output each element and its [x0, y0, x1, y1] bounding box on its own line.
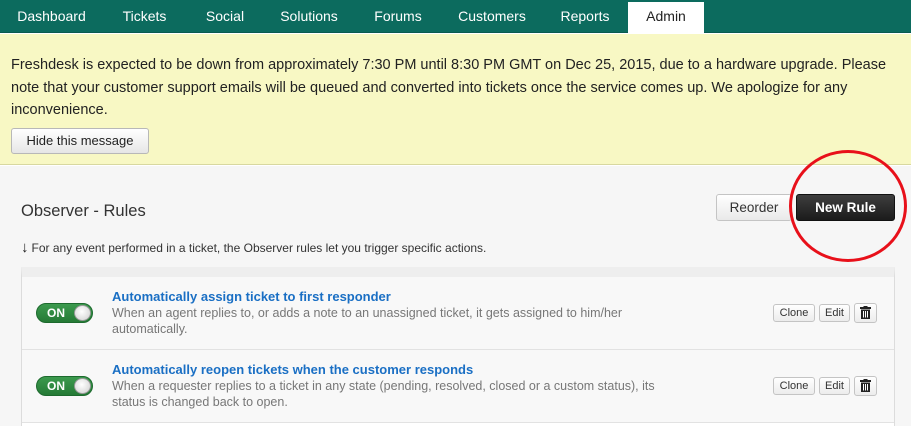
rule-toggle[interactable]: ON: [36, 376, 93, 396]
maintenance-banner: Freshdesk is expected to be down from ap…: [0, 34, 911, 165]
clone-button[interactable]: Clone: [773, 377, 815, 395]
trash-icon: [860, 379, 871, 392]
rule-item: ON Automatically reopen tickets when the…: [22, 350, 894, 423]
rule-description: When an agent replies to, or adds a note…: [112, 306, 623, 336]
tab-tickets[interactable]: Tickets: [103, 0, 186, 33]
edit-button[interactable]: Edit: [819, 377, 850, 395]
toggle-knob-icon: [74, 305, 91, 321]
delete-button[interactable]: [854, 376, 877, 396]
toggle-label: ON: [47, 306, 65, 320]
reorder-button[interactable]: Reorder: [716, 194, 792, 221]
rules-list: ON Automatically assign ticket to first …: [21, 267, 895, 426]
tab-customers[interactable]: Customers: [442, 0, 542, 33]
banner-message: Freshdesk is expected to be down from ap…: [11, 57, 887, 118]
tab-solutions[interactable]: Solutions: [264, 0, 354, 33]
rule-toggle[interactable]: ON: [36, 303, 93, 323]
info-text: For any event performed in a ticket, the…: [31, 240, 487, 255]
tab-reports[interactable]: Reports: [542, 0, 628, 33]
page-title: Observer - Rules: [21, 202, 146, 220]
rule-description: When a requester replies to a ticket in …: [112, 379, 655, 409]
arrow-down-icon: ↓: [21, 239, 29, 256]
clone-button[interactable]: Clone: [773, 304, 815, 322]
delete-button[interactable]: [854, 303, 877, 323]
tab-forums[interactable]: Forums: [354, 0, 442, 33]
tab-admin[interactable]: Admin: [628, 2, 704, 33]
trash-icon: [860, 306, 871, 319]
hide-message-button[interactable]: Hide this message: [11, 128, 149, 154]
top-nav: Dashboard Tickets Social Solutions Forum…: [0, 0, 911, 33]
new-rule-button[interactable]: New Rule: [796, 194, 895, 221]
toggle-label: ON: [47, 379, 65, 393]
tab-social[interactable]: Social: [186, 0, 264, 33]
main-content: Observer - Rules Reorder New Rule ↓ For …: [0, 150, 911, 426]
toggle-knob-icon: [74, 378, 91, 394]
tab-dashboard[interactable]: Dashboard: [0, 0, 103, 33]
edit-button[interactable]: Edit: [819, 304, 850, 322]
rule-item: ON Automatically assign ticket to first …: [22, 277, 894, 350]
rule-title-link[interactable]: Automatically reopen tickets when the cu…: [112, 362, 473, 377]
info-line: ↓ For any event performed in a ticket, t…: [21, 239, 486, 256]
rule-title-link[interactable]: Automatically assign ticket to first res…: [112, 289, 391, 304]
